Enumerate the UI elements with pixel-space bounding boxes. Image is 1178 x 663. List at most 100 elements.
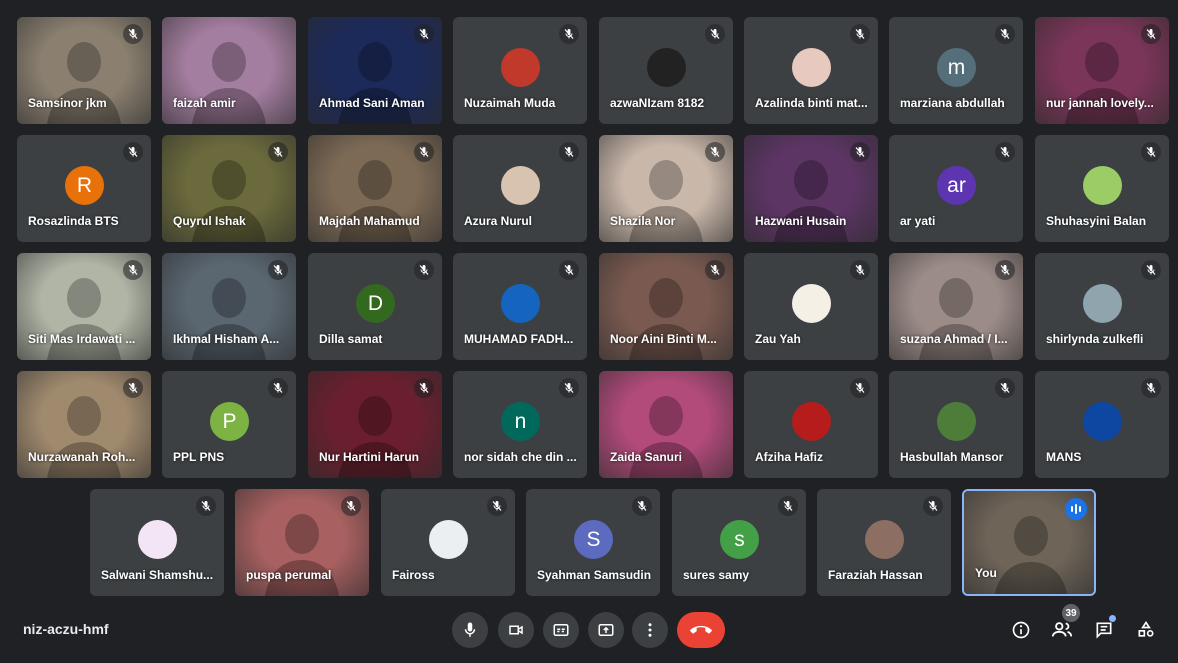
- participant-tile[interactable]: nur jannah lovely...: [1035, 17, 1169, 124]
- participant-tile[interactable]: ar ar yati: [889, 135, 1023, 242]
- meeting-details-button[interactable]: [1007, 616, 1035, 644]
- participant-tile[interactable]: suzana Ahmad / I...: [889, 253, 1023, 360]
- participant-tile[interactable]: MANS: [1035, 371, 1169, 478]
- participant-tile[interactable]: m marziana abdullah: [889, 17, 1023, 124]
- participant-tile[interactable]: faizah amir: [162, 17, 296, 124]
- camera-icon: [509, 625, 523, 635]
- hangup-button[interactable]: [677, 612, 725, 648]
- participant-tile[interactable]: Hasbullah Mansor: [889, 371, 1023, 478]
- participant-name: PPL PNS: [173, 450, 225, 464]
- participant-name: Afziha Hafiz: [755, 450, 824, 464]
- mic-off-icon: [632, 496, 652, 516]
- captions-button[interactable]: [543, 612, 579, 648]
- participant-tile[interactable]: Zaida Sanuri: [599, 371, 733, 478]
- participant-tile[interactable]: MUHAMAD FADH...: [453, 253, 587, 360]
- participant-name: nur jannah lovely...: [1046, 96, 1154, 110]
- participant-tile[interactable]: shirlynda zulkefli: [1035, 253, 1169, 360]
- participant-tile[interactable]: Hazwani Husain: [744, 135, 878, 242]
- mic-off-icon: [559, 142, 579, 162]
- participant-name: ar yati: [900, 214, 936, 228]
- mic-off-icon: [850, 24, 870, 44]
- mic-off-icon: [1141, 24, 1161, 44]
- participant-name: You: [975, 566, 997, 580]
- microphone-button[interactable]: [452, 612, 488, 648]
- participant-avatar: [138, 520, 177, 559]
- mic-off-icon: [995, 378, 1015, 398]
- participant-avatar: [792, 284, 831, 323]
- participant-name: Hasbullah Mansor: [900, 450, 1004, 464]
- participant-tile[interactable]: Shuhasyini Balan: [1035, 135, 1169, 242]
- participant-avatar: n: [501, 402, 540, 441]
- participant-tile[interactable]: Nuzaimah Muda: [453, 17, 587, 124]
- participant-name: MUHAMAD FADH...: [464, 332, 574, 346]
- participant-avatar: [501, 284, 540, 323]
- participant-tile[interactable]: n nor sidah che din ...: [453, 371, 587, 478]
- captions-icon: [553, 624, 569, 636]
- participant-avatar: [501, 166, 540, 205]
- activities-button[interactable]: [1132, 616, 1160, 644]
- participant-avatar: [1083, 284, 1122, 323]
- mic-off-icon: [123, 378, 143, 398]
- participant-tile[interactable]: Zau Yah: [744, 253, 878, 360]
- participant-tile[interactable]: Azura Nurul: [453, 135, 587, 242]
- participant-tile[interactable]: Ikhmal Hisham A...: [162, 253, 296, 360]
- camera-button[interactable]: [498, 612, 534, 648]
- participant-tile[interactable]: Ahmad Sani Aman: [308, 17, 442, 124]
- participant-grid: Samsinor jkm faizah amir Ahmad Sani Aman Nu…: [0, 0, 1178, 600]
- participant-name: Ahmad Sani Aman: [319, 96, 425, 110]
- participant-name: faizah amir: [173, 96, 236, 110]
- participant-tile[interactable]: Noor Aini Binti M...: [599, 253, 733, 360]
- participant-tile[interactable]: Salwani Shamshu...: [90, 489, 224, 596]
- participant-avatar: R: [65, 166, 104, 205]
- participant-name: Azura Nurul: [464, 214, 533, 228]
- participant-avatar: [429, 520, 468, 559]
- participant-tile[interactable]: P PPL PNS: [162, 371, 296, 478]
- participant-tile[interactable]: Afziha Hafiz: [744, 371, 878, 478]
- info-icon: [1012, 621, 1030, 639]
- participant-avatar: [1083, 402, 1122, 441]
- self-tile[interactable]: You: [962, 489, 1096, 596]
- mic-off-icon: [414, 142, 434, 162]
- participant-tile[interactable]: azwaNIzam 8182: [599, 17, 733, 124]
- participant-tile[interactable]: Nurzawanah Roh...: [17, 371, 151, 478]
- participant-tile[interactable]: Azalinda binti mat...: [744, 17, 878, 124]
- activities-icon: [1138, 620, 1154, 637]
- more-vert-icon: [648, 623, 652, 637]
- present-button[interactable]: [588, 612, 624, 648]
- mic-off-icon: [414, 260, 434, 280]
- participant-tile[interactable]: Shazila Nor: [599, 135, 733, 242]
- mic-off-icon: [268, 260, 288, 280]
- mic-off-icon: [559, 378, 579, 398]
- mic-icon: [464, 622, 476, 637]
- participant-name: Siti Mas Irdawati ...: [28, 332, 136, 346]
- people-icon: [1051, 622, 1073, 637]
- participant-avatar: ar: [937, 166, 976, 205]
- participant-tile[interactable]: Majdah Mahamud: [308, 135, 442, 242]
- participant-avatar: P: [210, 402, 249, 441]
- participant-name: Dilla samat: [319, 332, 383, 346]
- participant-tile[interactable]: Samsinor jkm: [17, 17, 151, 124]
- participant-name: Salwani Shamshu...: [101, 568, 214, 582]
- participant-name: Samsinor jkm: [28, 96, 107, 110]
- participant-avatar: [792, 402, 831, 441]
- participant-name: nor sidah che din ...: [464, 450, 577, 464]
- participant-tile[interactable]: D Dilla samat: [308, 253, 442, 360]
- participant-tile[interactable]: R Rosazlinda BTS: [17, 135, 151, 242]
- participant-tile[interactable]: puspa perumal: [235, 489, 369, 596]
- participant-tile[interactable]: Faraziah Hassan: [817, 489, 951, 596]
- participant-tile[interactable]: s sures samy: [672, 489, 806, 596]
- mic-off-icon: [778, 496, 798, 516]
- participant-tile[interactable]: Nur Hartini Harun: [308, 371, 442, 478]
- participant-name: Azalinda binti mat...: [755, 96, 868, 110]
- participant-tile[interactable]: Faiross: [381, 489, 515, 596]
- participant-name: MANS: [1046, 450, 1082, 464]
- participant-tile[interactable]: S Syahman Samsudin: [526, 489, 660, 596]
- mic-off-icon: [1141, 260, 1161, 280]
- participant-name: Faraziah Hassan: [828, 568, 923, 582]
- more-options-button[interactable]: [632, 612, 668, 648]
- mic-off-icon: [341, 496, 361, 516]
- participant-name: azwaNIzam 8182: [610, 96, 705, 110]
- mic-off-icon: [559, 24, 579, 44]
- participant-tile[interactable]: Quyrul Ishak: [162, 135, 296, 242]
- participant-tile[interactable]: Siti Mas Irdawati ...: [17, 253, 151, 360]
